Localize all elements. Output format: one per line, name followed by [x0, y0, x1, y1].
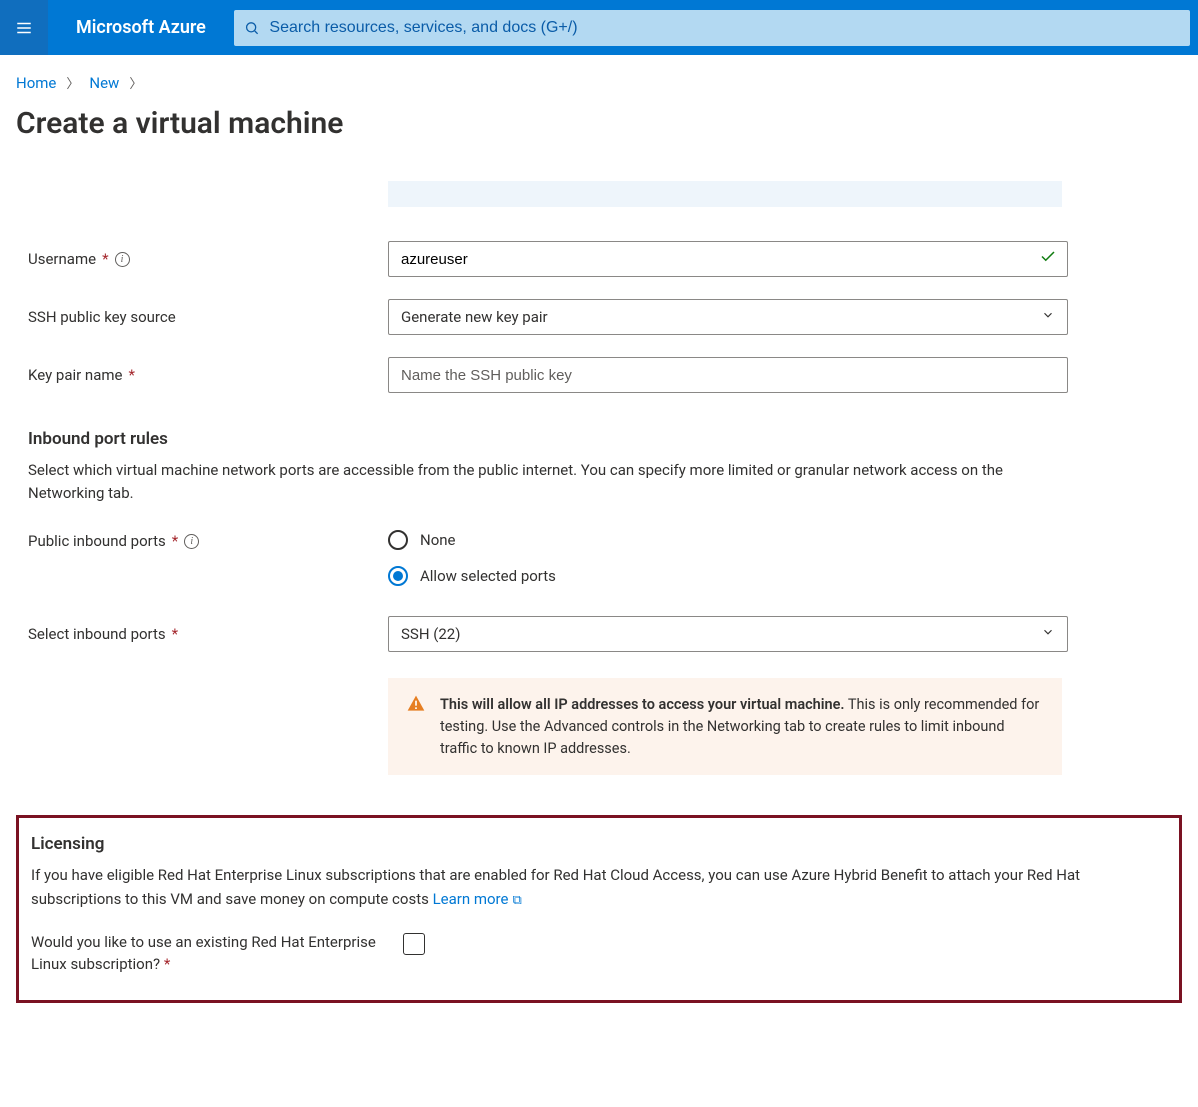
required-asterisk: * [172, 625, 178, 643]
info-icon[interactable]: i [184, 534, 199, 549]
radio-allow-label: Allow selected ports [420, 567, 556, 585]
search-icon [244, 20, 260, 36]
chevron-down-icon [1041, 308, 1055, 326]
username-input-wrapper[interactable] [388, 241, 1068, 277]
top-bar: Microsoft Azure [0, 0, 1198, 55]
page-title: Create a virtual machine [16, 106, 1182, 141]
info-strip [388, 181, 1062, 207]
public-ports-radio-group: None Allow selected ports [388, 530, 1068, 586]
breadcrumb-new[interactable]: New [89, 74, 119, 92]
licensing-section: Licensing If you have eligible Red Hat E… [16, 815, 1182, 1003]
breadcrumb: Home 〉 New 〉 [16, 73, 1182, 92]
username-input[interactable] [401, 251, 1031, 268]
warning-callout: This will allow all IP addresses to acce… [388, 678, 1062, 775]
breadcrumb-home[interactable]: Home [16, 74, 56, 92]
select-inbound-ports[interactable]: SSH (22) [388, 616, 1068, 652]
ssh-source-value: Generate new key pair [401, 308, 548, 326]
ssh-source-label: SSH public key source [28, 308, 176, 326]
licensing-checkbox-label: Would you like to use an existing Red Ha… [31, 933, 376, 974]
inbound-heading: Inbound port rules [28, 429, 1182, 449]
hamburger-menu-button[interactable] [0, 0, 48, 55]
radio-none-label: None [420, 531, 456, 549]
chevron-right-icon: 〉 [66, 73, 79, 92]
select-ports-label: Select inbound ports [28, 625, 166, 643]
ssh-source-select[interactable]: Generate new key pair [388, 299, 1068, 335]
warning-icon [406, 694, 426, 759]
required-asterisk: * [172, 532, 178, 550]
required-asterisk: * [128, 366, 134, 384]
required-asterisk: * [164, 955, 170, 973]
hamburger-icon [15, 19, 33, 37]
brand-label: Microsoft Azure [48, 17, 234, 38]
callout-text: This will allow all IP addresses to acce… [440, 694, 1044, 759]
licensing-desc-text: If you have eligible Red Hat Enterprise … [31, 866, 1080, 907]
required-asterisk: * [102, 250, 108, 268]
search-input[interactable] [269, 19, 1180, 37]
radio-none[interactable]: None [388, 530, 1068, 550]
keypair-input[interactable] [401, 367, 1055, 384]
licensing-desc: If you have eligible Red Hat Enterprise … [31, 864, 1091, 911]
chevron-right-icon: 〉 [129, 73, 142, 92]
chevron-down-icon [1041, 625, 1055, 643]
licensing-checkbox[interactable] [403, 933, 425, 955]
public-ports-label: Public inbound ports [28, 532, 166, 550]
username-label: Username [28, 250, 96, 268]
licensing-heading: Licensing [31, 834, 1167, 854]
select-inbound-ports-value: SSH (22) [401, 625, 460, 643]
radio-allow-selected[interactable]: Allow selected ports [388, 566, 1068, 586]
keypair-label: Key pair name [28, 366, 122, 384]
global-search-box[interactable] [234, 10, 1190, 46]
external-link-icon: ⧉ [512, 891, 521, 911]
valid-checkmark-icon [1039, 248, 1057, 271]
keypair-input-wrapper[interactable] [388, 357, 1068, 393]
callout-bold: This will allow all IP addresses to acce… [440, 696, 845, 713]
info-icon[interactable]: i [115, 252, 130, 267]
inbound-desc: Select which virtual machine network por… [28, 459, 1048, 504]
learn-more-link[interactable]: Learn more⧉ [433, 890, 522, 908]
